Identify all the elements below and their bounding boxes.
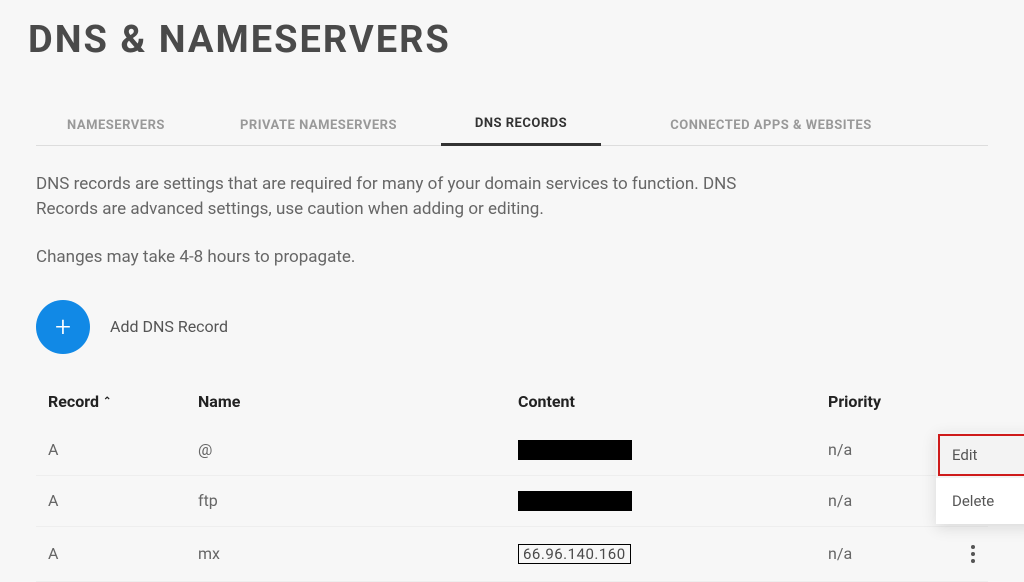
cell-content: [518, 491, 828, 511]
row-actions-button[interactable]: [948, 542, 998, 566]
add-dns-record-label: Add DNS Record: [110, 317, 228, 336]
column-record-label: Record: [48, 392, 99, 411]
description: DNS records are settings that are requir…: [36, 172, 796, 270]
column-record[interactable]: Record ⌃: [48, 392, 198, 411]
row-actions-menu: Edit Delete: [936, 432, 1024, 524]
dns-table: Record ⌃ Name Content Priority A @ n/a A…: [36, 378, 988, 582]
cell-record: A: [48, 544, 198, 563]
plus-icon[interactable]: +: [36, 300, 90, 354]
column-content[interactable]: Content: [518, 392, 828, 411]
cell-content: [518, 440, 828, 460]
tab-private-nameservers[interactable]: PRIVATE NAMESERVERS: [196, 106, 441, 145]
tabs: NAMESERVERS PRIVATE NAMESERVERS DNS RECO…: [36, 104, 988, 146]
cell-priority: n/a: [828, 544, 948, 563]
description-text-2: Changes may take 4-8 hours to propagate.: [36, 245, 796, 270]
page-title: DNS & NAMESERVERS: [0, 0, 1024, 62]
table-header: Record ⌃ Name Content Priority: [36, 378, 988, 425]
table-row: A @ n/a: [36, 425, 988, 476]
tab-dns-records[interactable]: DNS RECORDS: [441, 104, 601, 146]
cell-record: A: [48, 440, 198, 459]
cell-name: mx: [198, 544, 518, 563]
cell-content: 66.96.140.160: [518, 544, 828, 564]
add-dns-record[interactable]: + Add DNS Record: [36, 300, 988, 354]
description-text-1: DNS records are settings that are requir…: [36, 172, 796, 221]
cell-name: @: [198, 440, 518, 459]
cell-name: ftp: [198, 491, 518, 510]
cell-priority: n/a: [828, 491, 948, 510]
cell-content-value: 66.96.140.160: [518, 544, 631, 564]
chevron-up-icon: ⌃: [103, 396, 111, 407]
menu-item-delete[interactable]: Delete: [936, 478, 1024, 524]
redacted-content: [518, 491, 632, 511]
tab-nameservers[interactable]: NAMESERVERS: [36, 106, 196, 145]
redacted-content: [518, 440, 632, 460]
cell-record: A: [48, 491, 198, 510]
table-row: A mx 66.96.140.160 n/a: [36, 527, 988, 582]
menu-item-edit[interactable]: Edit: [936, 432, 1024, 478]
cell-priority: n/a: [828, 440, 948, 459]
column-name[interactable]: Name: [198, 392, 518, 411]
tab-connected-apps[interactable]: CONNECTED APPS & WEBSITES: [601, 106, 941, 145]
column-priority[interactable]: Priority: [828, 392, 948, 411]
table-row: A ftp n/a: [36, 476, 988, 527]
